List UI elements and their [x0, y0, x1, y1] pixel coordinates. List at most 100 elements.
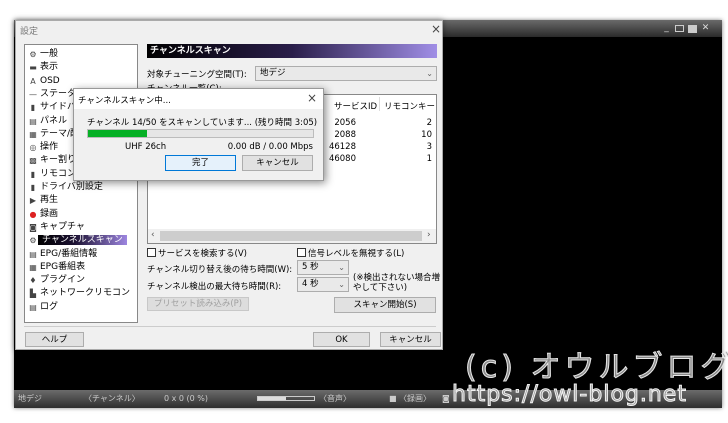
ok-button[interactable]: OK	[313, 332, 370, 347]
scroll-right-icon[interactable]: ›	[427, 230, 431, 240]
max-detect-select[interactable]: 4 秒 ⌄	[297, 277, 349, 292]
play-icon: ▶	[29, 196, 37, 206]
wait-after-switch-select[interactable]: 5 秒 ⌄	[297, 260, 349, 275]
cell-service-id[interactable]: 2056	[334, 118, 356, 128]
wait-after-switch-label: チャンネル切り替え後の待ち時間(W):	[147, 265, 293, 275]
ignore-signal-label: 信号レベルを無視する(L)	[308, 249, 405, 259]
sidebar-item-label: 録画	[40, 208, 59, 219]
sidebar-item-camera[interactable]: ◙ キャプチャ	[26, 221, 136, 234]
sidebar-item-epg[interactable]: ▤ EPG/番組情報	[26, 248, 136, 261]
cell-remote-key[interactable]: 2	[427, 118, 432, 128]
scan-channel: UHF 26ch	[125, 142, 167, 152]
cell-service-id[interactable]: 46128	[329, 142, 356, 152]
wait-note: (※検出されない場合増やして下さい)	[353, 273, 440, 293]
log-icon: ▤	[29, 302, 37, 312]
capture-icon[interactable]: ◙	[442, 390, 450, 408]
horizontal-scrollbar[interactable]: ‹ ›	[148, 229, 436, 243]
chevron-down-icon: ⌄	[338, 263, 345, 272]
close-icon[interactable]: ×	[431, 22, 441, 36]
chevron-down-icon: ⌄	[338, 280, 345, 289]
scan-cancel-button[interactable]: キャンセル	[242, 155, 313, 171]
cancel-button[interactable]: キャンセル	[380, 332, 441, 347]
status-channel[interactable]: 〈チャンネル〉	[84, 390, 140, 408]
wait-after-switch-value: 5 秒	[302, 262, 319, 272]
status-record[interactable]: 〈録画〉	[399, 390, 431, 408]
cell-remote-key[interactable]: 10	[421, 130, 432, 140]
panel-icon: ▤	[29, 116, 37, 126]
watermark-title: (c) オウルブログ	[464, 350, 728, 386]
chevron-down-icon: ⌄	[426, 69, 433, 78]
status-audio[interactable]: 〈音声〉	[319, 390, 351, 408]
mouse-icon: ◎	[29, 143, 37, 153]
plugin-icon: ♦	[29, 276, 37, 286]
done-button[interactable]: 完了	[165, 155, 236, 171]
sidebar-item-display[interactable]: ▬ 表示	[26, 61, 136, 74]
volume-bar[interactable]	[257, 396, 315, 401]
scan-progress-bar	[87, 129, 314, 138]
max-detect-label: チャンネル検出の最大待ち時間(R):	[147, 282, 282, 292]
sidebar-item-label: パネル	[40, 115, 68, 126]
tuning-space-select[interactable]: 地デジ ⌄	[255, 66, 437, 81]
sidebar-item-label: ログ	[40, 301, 59, 312]
epg-icon: ▤	[29, 249, 37, 259]
maximize-icon[interactable]	[688, 25, 697, 33]
column-header-service-id[interactable]: サービスID	[334, 100, 377, 112]
sidebar-item-play[interactable]: ▶ 再生	[26, 194, 136, 207]
sidebar-item-label: 表示	[40, 62, 59, 73]
sidebar-item-epg-table[interactable]: ▦ EPG番組表	[26, 261, 136, 274]
sidebar-item-network[interactable]: ▙ ネットワークリモコン	[26, 287, 136, 300]
sidebar-item-plugin[interactable]: ♦ プラグイン	[26, 274, 136, 287]
scan-dialog-title: チャンネルスキャン中...	[78, 96, 171, 106]
keyboard-icon: ▩	[29, 156, 37, 166]
sidebar-item-label: EPG番組表	[40, 261, 86, 272]
remote-icon: ▮	[30, 169, 36, 179]
scroll-left-icon[interactable]: ‹	[151, 230, 155, 240]
sidebar-item-label: 操作	[40, 142, 59, 153]
scan-message: チャンネル 14/50 をスキャンしています... (残り時間 3:05)	[87, 118, 318, 128]
scan-icon: ⚙	[29, 236, 37, 246]
sidebar-item-label: リモコン	[40, 168, 77, 179]
sidebar-item-osd[interactable]: A OSD	[26, 75, 136, 88]
ignore-signal-checkbox[interactable]	[297, 248, 306, 257]
search-services-checkbox[interactable]	[147, 248, 156, 257]
max-detect-value: 4 秒	[302, 279, 319, 289]
camera-icon: ◙	[29, 222, 37, 232]
record-icon: ■	[389, 394, 397, 403]
sidebar-item-label: OSD	[40, 75, 60, 86]
cell-service-id[interactable]: 2088	[334, 130, 356, 140]
help-button[interactable]: ヘルプ	[25, 332, 84, 347]
sidebar-item-gear[interactable]: ⚙ 一般	[26, 48, 136, 61]
sidebar-item-log[interactable]: ▤ ログ	[26, 301, 136, 314]
display-icon: ▬	[29, 63, 37, 73]
page-title: チャンネルスキャン	[147, 44, 437, 58]
restore-icon[interactable]	[675, 25, 684, 32]
close-icon[interactable]: ×	[307, 91, 317, 105]
divider	[24, 326, 436, 327]
settings-dialog: 設定 × ⚙ 一般 ▬ 表示 A OSD — ステータスバー ▮ サイドバー ▤ パネル ▦ テーマ/配色…	[15, 20, 443, 350]
status-video[interactable]: 0 x 0 (0 %)	[164, 390, 208, 408]
cell-remote-key[interactable]: 1	[427, 154, 432, 164]
column-header-remote-key[interactable]: リモコンキー	[384, 100, 435, 112]
sidebar-item-record[interactable]: ● 録画	[26, 208, 136, 221]
sidebar-item-label: EPG/番組情報	[40, 248, 98, 259]
sidebar-item-label: チャンネルスキャン	[38, 235, 127, 246]
scrollbar-thumb[interactable]	[160, 231, 422, 241]
scan-start-button[interactable]: スキャン開始(S)	[334, 297, 436, 313]
sidebar-item-label: ネットワークリモコン	[40, 288, 131, 299]
sidebar-item-label: 再生	[40, 195, 59, 206]
gear-icon: ⚙	[29, 50, 37, 59]
sidebar-item-driver[interactable]: ▮ ドライバ別設定	[26, 181, 136, 194]
search-services-label: サービスを検索する(V)	[158, 249, 247, 259]
cell-remote-key[interactable]: 3	[427, 142, 432, 152]
tuning-space-label: 対象チューニング空間(T):	[147, 70, 247, 80]
sidebar-item-scan[interactable]: ⚙ チャンネルスキャン	[26, 234, 136, 247]
dialog-title: 設定	[20, 27, 39, 37]
close-icon[interactable]: ✕	[701, 24, 710, 33]
tuning-space-value: 地デジ	[260, 68, 286, 78]
cell-service-id[interactable]: 46080	[329, 154, 356, 164]
preset-load-button[interactable]: プリセット読み込み(P)	[147, 297, 249, 311]
status-tuning-space[interactable]: 地デジ	[18, 390, 42, 408]
driver-icon: ▮	[30, 183, 36, 192]
sidebar-icon: ▮	[30, 103, 36, 113]
minimize-icon[interactable]: _	[662, 24, 671, 33]
